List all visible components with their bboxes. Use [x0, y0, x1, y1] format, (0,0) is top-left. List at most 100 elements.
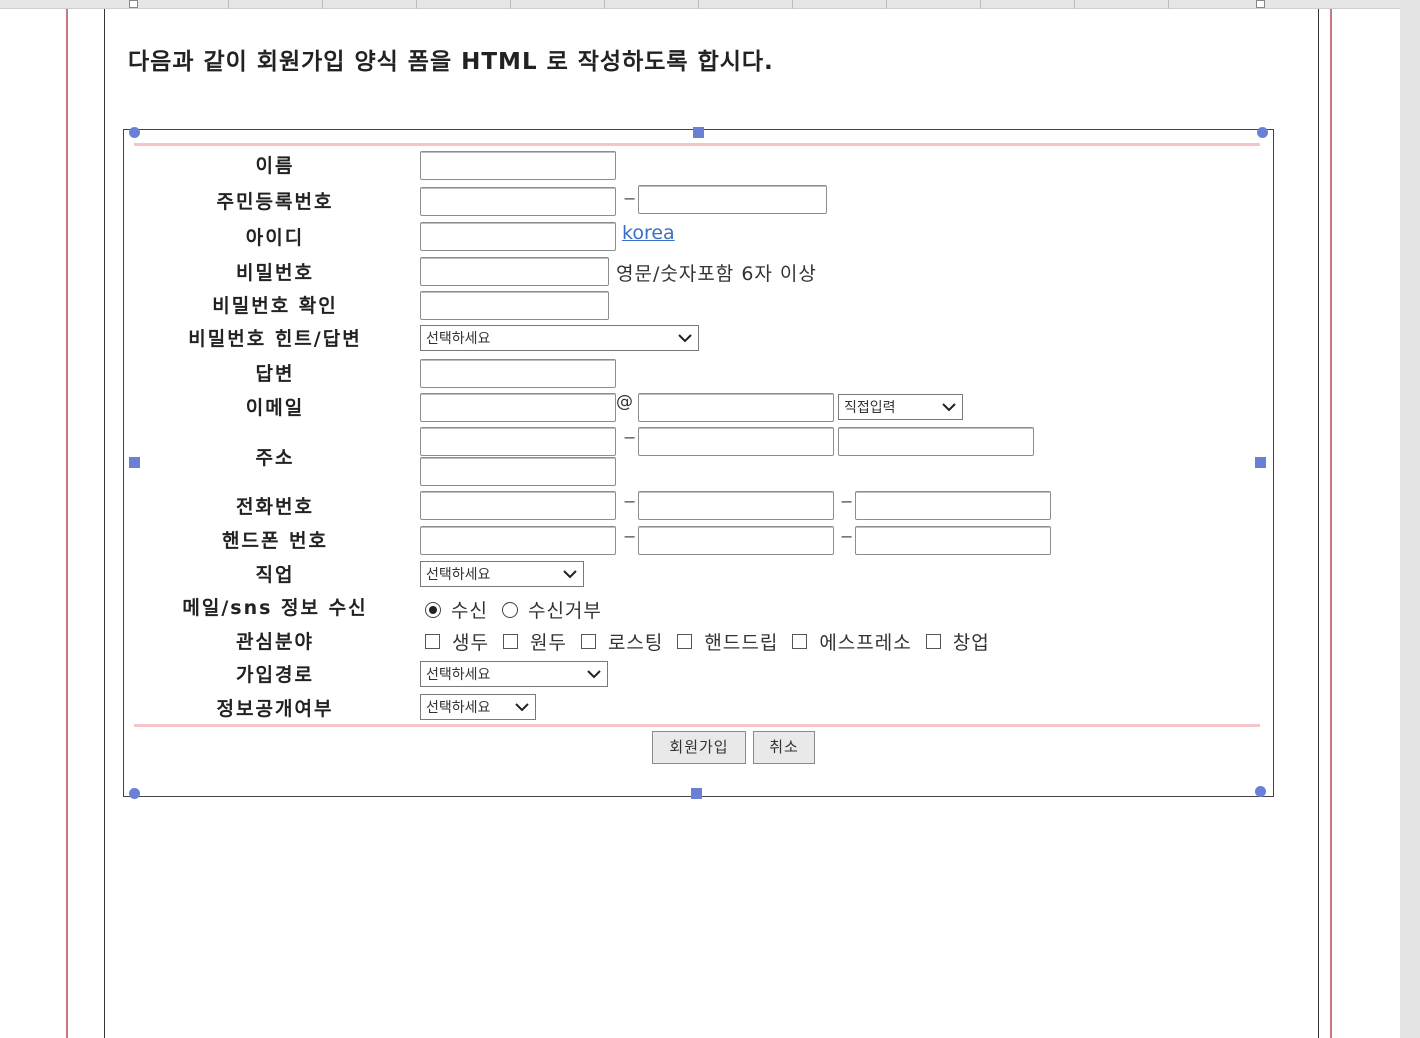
- answer-input[interactable]: [420, 359, 616, 388]
- address-line1-input[interactable]: [838, 427, 1034, 456]
- interest-option[interactable]: 로스팅: [580, 628, 663, 655]
- left-margin-guide: [66, 9, 68, 1038]
- ruler-right-indent-marker[interactable]: [1256, 0, 1265, 8]
- ruler-left-indent-marker[interactable]: [129, 0, 138, 8]
- mobile-dash-1: −: [623, 527, 637, 546]
- mail-sns-radio-group: 수신 수신거부: [425, 596, 616, 623]
- interest-label: 관심분야: [236, 631, 314, 653]
- mobile-part2-input[interactable]: [638, 526, 834, 555]
- password-confirm-input[interactable]: [420, 291, 609, 320]
- phone-part3-input[interactable]: [855, 491, 1051, 520]
- interest-option-label: 생두: [452, 632, 489, 654]
- resize-handle-top-left[interactable]: [129, 127, 140, 138]
- phone-label: 전화번호: [236, 496, 314, 518]
- phone-dash-2: −: [840, 492, 854, 511]
- email-domain-select-value: 직접입력: [844, 400, 896, 416]
- page-heading: 다음과 같이 회원가입 양식 폼을 HTML 로 작성하도록 합시다.: [128, 49, 774, 75]
- password-hint-select[interactable]: 선택하세요: [420, 325, 699, 351]
- ruler-tick: [792, 0, 793, 9]
- job-select[interactable]: 선택하세요: [420, 561, 584, 587]
- form-top-rule: [134, 143, 1260, 146]
- userid-check-link[interactable]: korea: [622, 222, 675, 244]
- rrn-front-input[interactable]: [420, 187, 616, 216]
- password-input[interactable]: [420, 257, 609, 286]
- checkbox-icon[interactable]: [925, 634, 941, 649]
- userid-label: 아이디: [245, 227, 305, 249]
- window-scroll-gutter[interactable]: [1400, 0, 1420, 1038]
- password-hint-label: 비밀번호 힌트/답변: [188, 328, 362, 350]
- checkbox-icon[interactable]: [580, 634, 596, 649]
- chevron-down-icon: [515, 703, 529, 712]
- name-input[interactable]: [420, 151, 616, 180]
- answer-label: 답변: [255, 363, 295, 385]
- mobile-part1-input[interactable]: [420, 526, 616, 555]
- address-zip-back-input[interactable]: [638, 427, 834, 456]
- ruler-tick: [1074, 0, 1075, 9]
- resize-handle-left[interactable]: [129, 457, 140, 468]
- disclosure-label: 정보공개여부: [216, 698, 334, 720]
- email-domain-select[interactable]: 직접입력: [838, 394, 963, 420]
- userid-input[interactable]: [420, 222, 616, 251]
- resize-handle-top-right[interactable]: [1257, 127, 1268, 138]
- checkbox-icon[interactable]: [425, 634, 440, 649]
- mail-sns-option-receive[interactable]: 수신: [425, 596, 488, 623]
- interest-option-label: 원두: [529, 632, 567, 654]
- password-rule-text: 영문/숫자포함 6자 이상: [616, 263, 817, 285]
- mail-sns-option-reject[interactable]: 수신거부: [501, 596, 602, 623]
- chevron-down-icon: [587, 670, 601, 679]
- resize-handle-bottom[interactable]: [691, 788, 702, 799]
- radio-unchecked-icon[interactable]: [501, 601, 518, 618]
- interest-checkbox-group: 생두 원두 로스팅 핸드드립 에스프레소 창업: [425, 628, 1004, 655]
- phone-part2-input[interactable]: [638, 491, 834, 520]
- email-label: 이메일: [245, 397, 305, 419]
- right-margin-guide: [1330, 9, 1332, 1038]
- join-route-select[interactable]: 선택하세요: [420, 661, 608, 687]
- email-at-sign: @: [616, 392, 633, 412]
- checkbox-icon[interactable]: [677, 634, 693, 649]
- interest-option[interactable]: 핸드드립: [677, 628, 778, 655]
- address-line2-input[interactable]: [420, 457, 616, 486]
- checkbox-icon[interactable]: [502, 634, 518, 649]
- resize-handle-bottom-left[interactable]: [129, 788, 140, 799]
- interest-option[interactable]: 생두: [425, 628, 489, 655]
- right-page-edge: [1318, 9, 1319, 1038]
- password-label: 비밀번호: [236, 262, 314, 284]
- join-route-label: 가입경로: [236, 664, 314, 686]
- disclosure-select[interactable]: 선택하세요: [420, 694, 536, 720]
- submit-button[interactable]: 회원가입: [652, 731, 746, 764]
- radio-checked-icon[interactable]: [425, 601, 441, 618]
- rrn-dash: −: [623, 189, 637, 208]
- job-select-value: 선택하세요: [426, 567, 491, 583]
- form-bottom-rule: [134, 724, 1260, 727]
- password-hint-select-value: 선택하세요: [426, 331, 491, 347]
- resize-handle-top[interactable]: [693, 127, 704, 138]
- mail-sns-option-receive-label: 수신: [451, 600, 488, 622]
- mobile-label: 핸드폰 번호: [221, 530, 328, 552]
- address-zip-front-input[interactable]: [420, 427, 616, 456]
- interest-option[interactable]: 창업: [925, 628, 990, 655]
- rrn-label: 주민등록번호: [216, 191, 334, 213]
- ruler-tick: [698, 0, 699, 9]
- email-domain-input[interactable]: [638, 393, 834, 422]
- join-route-select-value: 선택하세요: [426, 667, 491, 683]
- email-id-input[interactable]: [420, 393, 616, 422]
- mobile-part3-input[interactable]: [855, 526, 1051, 555]
- phone-part1-input[interactable]: [420, 491, 616, 520]
- ruler-tick: [228, 0, 229, 9]
- ruler-tick: [886, 0, 887, 9]
- checkbox-icon[interactable]: [792, 634, 808, 649]
- job-label: 직업: [255, 564, 295, 586]
- interest-option-label: 에스프레소: [819, 632, 912, 654]
- cancel-button[interactable]: 취소: [753, 731, 815, 764]
- interest-option[interactable]: 원두: [502, 628, 567, 655]
- resize-handle-bottom-right[interactable]: [1255, 786, 1266, 797]
- interest-option[interactable]: 에스프레소: [792, 628, 911, 655]
- address-label: 주소: [255, 447, 295, 469]
- password-confirm-label: 비밀번호 확인: [212, 295, 338, 317]
- disclosure-select-value: 선택하세요: [426, 700, 491, 716]
- mail-sns-option-reject-label: 수신거부: [527, 600, 602, 622]
- rrn-back-input[interactable]: [638, 185, 827, 214]
- chevron-down-icon: [678, 334, 692, 343]
- address-dash: −: [623, 428, 637, 447]
- resize-handle-right[interactable]: [1255, 457, 1266, 468]
